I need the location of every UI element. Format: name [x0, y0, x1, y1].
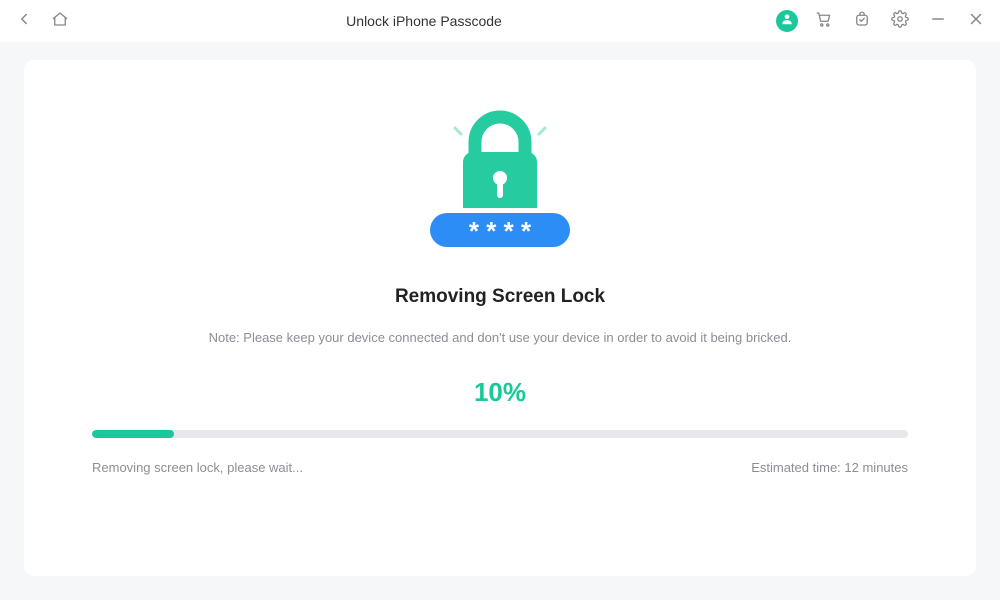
lock-icon: * * * *: [415, 247, 585, 264]
bag-button[interactable]: [850, 9, 874, 33]
progress-bar: [92, 430, 908, 438]
home-button[interactable]: [48, 9, 72, 33]
gear-icon: [891, 10, 909, 33]
back-icon: [15, 10, 33, 33]
password-mask-text: * * * *: [469, 216, 532, 246]
close-icon: [967, 10, 985, 33]
back-button[interactable]: [12, 9, 36, 33]
titlebar-right: [776, 9, 988, 33]
status-right: Estimated time: 12 minutes: [751, 460, 908, 475]
close-button[interactable]: [964, 9, 988, 33]
account-icon: [780, 12, 794, 31]
lock-illustration: * * * *: [415, 100, 585, 260]
home-icon: [51, 10, 69, 33]
content-area: * * * * Removing Screen Lock Note: Pleas…: [0, 42, 1000, 600]
note-text: Note: Please keep your device connected …: [209, 330, 792, 345]
status-left: Removing screen lock, please wait...: [92, 460, 303, 475]
cart-button[interactable]: [812, 9, 836, 33]
status-row: Removing screen lock, please wait... Est…: [92, 460, 908, 475]
main-card: * * * * Removing Screen Lock Note: Pleas…: [24, 60, 976, 576]
minimize-icon: [929, 10, 947, 33]
progress-percent-label: 10%: [474, 377, 526, 408]
titlebar: Unlock iPhone Passcode: [0, 0, 1000, 42]
window-title: Unlock iPhone Passcode: [72, 13, 776, 29]
cart-icon: [815, 10, 833, 33]
bag-icon: [853, 10, 871, 33]
minimize-button[interactable]: [926, 9, 950, 33]
main-heading: Removing Screen Lock: [395, 286, 605, 308]
titlebar-left: [12, 9, 72, 33]
progress-fill: [92, 430, 174, 438]
settings-button[interactable]: [888, 9, 912, 33]
account-button[interactable]: [776, 10, 798, 32]
